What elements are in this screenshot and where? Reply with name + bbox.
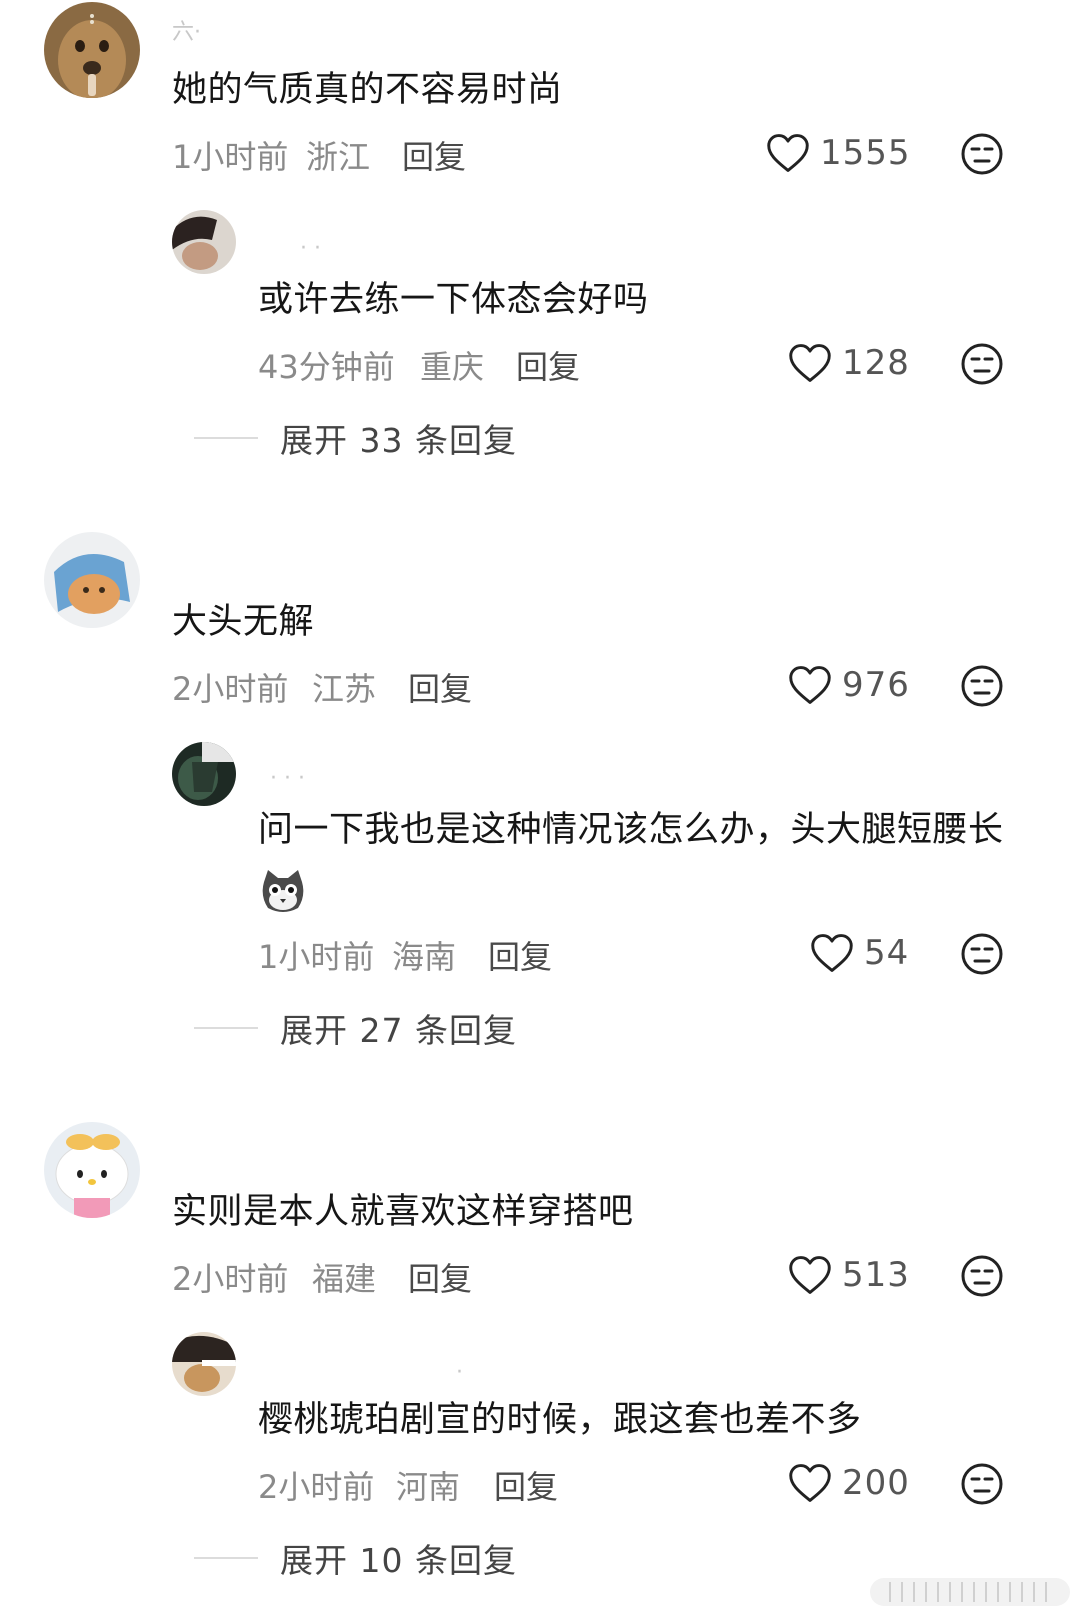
reply-location: 重庆 <box>420 348 485 386</box>
avatar[interactable] <box>44 1122 140 1218</box>
reply-button[interactable]: 回复 <box>408 1254 472 1300</box>
reply-location: 河南 <box>396 1468 461 1506</box>
heart-outline-icon <box>788 342 832 384</box>
avatar[interactable] <box>172 742 236 806</box>
avatar[interactable] <box>172 210 236 274</box>
comment-location: 福建 <box>312 1260 377 1298</box>
heart-outline-icon <box>788 1254 832 1296</box>
reply-text-content: 问一下我也是这种情况该怎么办，头大腿短腰长 <box>258 810 1004 850</box>
expand-replies-label: 展开 33 条回复 <box>280 421 517 460</box>
meh-face-icon[interactable] <box>960 932 1004 976</box>
comment-time: 1小时前 <box>172 138 289 176</box>
username[interactable]: · <box>456 1360 463 1385</box>
divider-line <box>194 1027 258 1029</box>
expand-replies-button[interactable]: 展开 10 条回复 <box>194 1534 517 1582</box>
reply-text: 问一下我也是这种情况该怎么办，头大腿短腰长 <box>258 800 1028 920</box>
heart-outline-icon <box>766 132 810 174</box>
reply-text: 或许去练一下体态会好吗 <box>258 280 649 320</box>
divider-line <box>194 437 258 439</box>
comment-location: 江苏 <box>312 670 377 708</box>
like-count: 54 <box>864 933 910 973</box>
like-count: 200 <box>842 1463 910 1503</box>
avatar[interactable] <box>172 1332 236 1396</box>
comment-location: 浙江 <box>306 138 371 176</box>
comment-section: { "comments": [ { "username": "六·", "tex… <box>0 0 1080 1618</box>
heart-outline-icon <box>788 664 832 706</box>
comment-time: 2小时前 <box>172 670 289 708</box>
reply-button[interactable]: 回复 <box>516 342 580 388</box>
like-button[interactable]: 513 <box>788 1254 910 1296</box>
comment-text: 她的气质真的不容易时尚 <box>172 70 563 110</box>
expand-replies-label: 展开 10 条回复 <box>280 1541 517 1580</box>
reply-location: 海南 <box>392 938 457 976</box>
heart-outline-icon <box>788 1462 832 1504</box>
reply-button[interactable]: 回复 <box>408 664 472 710</box>
cat-face-emoji <box>262 870 304 912</box>
expand-replies-label: 展开 27 条回复 <box>280 1011 517 1050</box>
like-button[interactable]: 1555 <box>766 132 911 174</box>
comment-time: 2小时前 <box>172 1260 289 1298</box>
username[interactable]: · · · <box>270 766 305 791</box>
like-button[interactable]: 54 <box>810 932 909 974</box>
username[interactable]: 六· <box>172 14 201 46</box>
like-count: 128 <box>842 343 910 383</box>
reply-time: 1小时前 <box>258 938 375 976</box>
comment-text: 大头无解 <box>172 602 315 642</box>
reply-time: 2小时前 <box>258 1468 375 1506</box>
meh-face-icon[interactable] <box>960 664 1004 708</box>
expand-replies-button[interactable]: 展开 33 条回复 <box>194 414 517 462</box>
meh-face-icon[interactable] <box>960 1254 1004 1298</box>
like-count: 976 <box>842 665 910 705</box>
comment-text: 实则是本人就喜欢这样穿搭吧 <box>172 1192 634 1232</box>
like-button[interactable]: 200 <box>788 1462 910 1504</box>
avatar[interactable] <box>44 532 140 628</box>
like-button[interactable]: 128 <box>788 342 910 384</box>
like-count: 1555 <box>820 133 911 173</box>
watermark-logo <box>870 1578 1070 1606</box>
heart-outline-icon <box>810 932 854 974</box>
reply-button[interactable]: 回复 <box>494 1462 558 1508</box>
avatar[interactable] <box>44 2 140 98</box>
expand-replies-button[interactable]: 展开 27 条回复 <box>194 1004 517 1052</box>
like-button[interactable]: 976 <box>788 664 910 706</box>
divider-line <box>194 1557 258 1559</box>
reply-button[interactable]: 回复 <box>402 132 466 178</box>
like-count: 513 <box>842 1255 910 1295</box>
reply-time: 43分钟前 <box>258 348 395 386</box>
reply-button[interactable]: 回复 <box>488 932 552 978</box>
meh-face-icon[interactable] <box>960 132 1004 176</box>
username[interactable]: · · <box>300 236 321 261</box>
meh-face-icon[interactable] <box>960 1462 1004 1506</box>
meh-face-icon[interactable] <box>960 342 1004 386</box>
reply-text: 樱桃琥珀剧宣的时候，跟这套也差不多 <box>258 1400 862 1440</box>
